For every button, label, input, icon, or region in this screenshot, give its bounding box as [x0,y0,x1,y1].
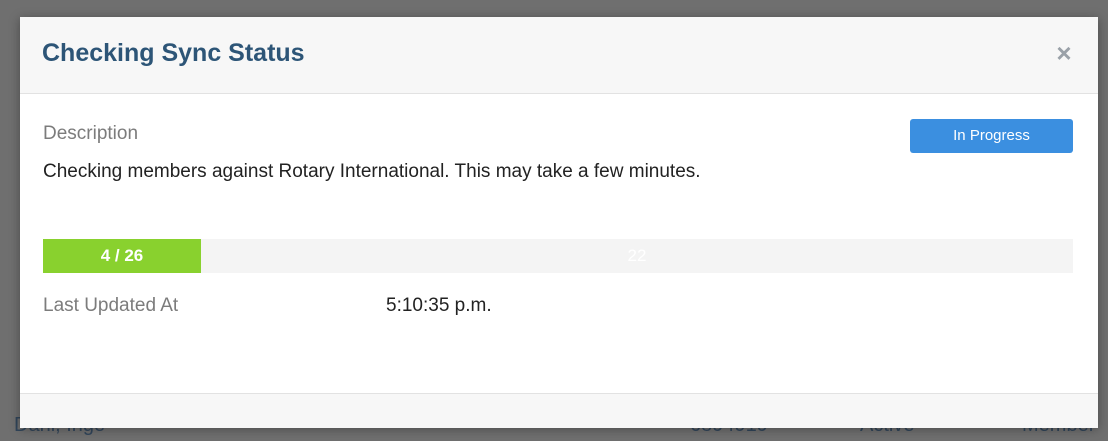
modal-footer [20,393,1098,428]
sync-status-modal: Checking Sync Status × Description Check… [20,17,1098,428]
last-updated-label: Last Updated At [43,295,179,316]
modal-title: Checking Sync Status [42,39,305,67]
modal-header: Checking Sync Status × [20,17,1098,94]
description-label: Description [43,123,139,144]
close-icon[interactable]: × [1052,40,1076,66]
progress-remaining-segment: 22 [627,246,647,265]
status-badge: In Progress [910,119,1073,153]
modal-backdrop[interactable]: Dahl, Inge 6894919 Active Member Checkin… [0,0,1108,441]
last-updated-value: 5:10:35 p.m. [386,295,492,316]
sync-progress-bar: 4 / 26 22 [43,239,1073,273]
description-text: Checking members against Rotary Internat… [43,161,701,182]
progress-completed-segment: 4 / 26 [43,239,201,273]
